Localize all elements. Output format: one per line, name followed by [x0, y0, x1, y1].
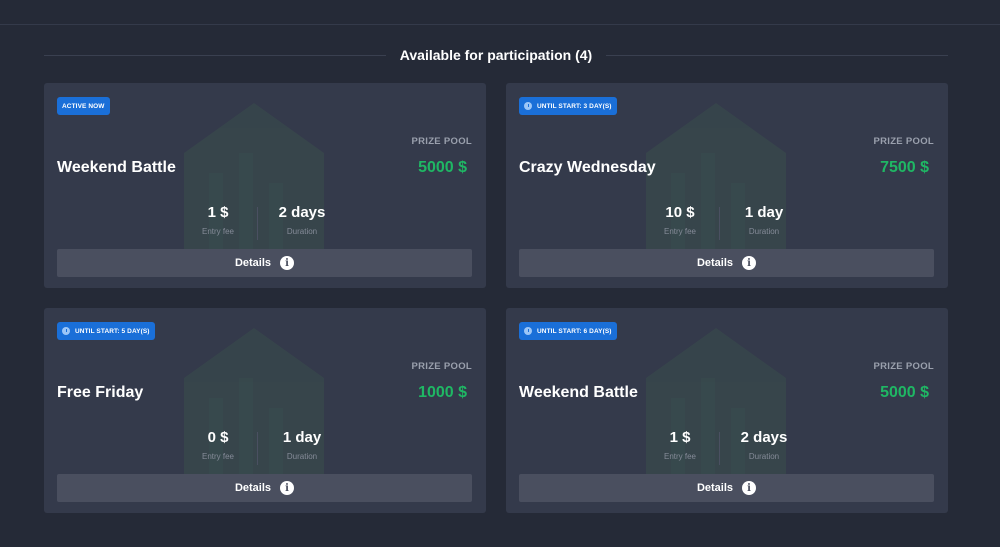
- info-icon: i: [280, 256, 295, 270]
- status-badge: UNTIL START: 5 DAY(S): [57, 322, 155, 340]
- tournament-title: Weekend Battle: [57, 159, 176, 176]
- tournament-stats: 1 $ Entry fee 2 days Duration: [506, 429, 948, 465]
- details-label: Details: [234, 482, 272, 494]
- tournament-card: ACTIVE NOW PRIZE POOL Weekend Battle 500…: [44, 83, 486, 288]
- badge-label: UNTIL START: 5 DAY(S): [75, 327, 150, 335]
- badge-label: ACTIVE NOW: [62, 102, 105, 110]
- info-icon: i: [280, 481, 295, 495]
- details-label: Details: [234, 257, 272, 269]
- clock-icon: [62, 327, 70, 335]
- stat-divider: [257, 207, 258, 240]
- badge-label: UNTIL START: 6 DAY(S): [537, 327, 612, 335]
- tournament-card: UNTIL START: 5 DAY(S) PRIZE POOL Free Fr…: [44, 308, 486, 513]
- details-label: Details: [696, 482, 734, 494]
- header-line-left: [44, 54, 386, 56]
- stat-divider: [719, 207, 720, 240]
- duration-value: 1 day: [744, 204, 784, 221]
- details-button[interactable]: Details i: [519, 249, 934, 277]
- tournament-stats: 10 $ Entry fee 1 day Duration: [506, 204, 948, 240]
- tournament-title: Weekend Battle: [519, 384, 638, 401]
- section-title: Available for participation (4): [399, 47, 593, 63]
- details-button[interactable]: Details i: [57, 249, 472, 277]
- stat-divider: [257, 432, 258, 465]
- prize-pool-value: 1000 $: [418, 384, 467, 401]
- prize-pool-value: 7500 $: [880, 159, 929, 176]
- duration-stat: 2 days Duration: [252, 204, 352, 236]
- details-button[interactable]: Details i: [57, 474, 472, 502]
- section-header: Available for participation (4): [44, 44, 948, 66]
- duration-stat: 1 day Duration: [252, 429, 352, 461]
- prize-pool-label: PRIZE POOL: [873, 136, 934, 147]
- prize-pool-value: 5000 $: [418, 159, 467, 176]
- tournament-stats: 0 $ Entry fee 1 day Duration: [44, 429, 486, 465]
- duration-label: Duration: [286, 452, 318, 461]
- duration-value: 2 days: [278, 204, 326, 221]
- tournament-card: UNTIL START: 3 DAY(S) PRIZE POOL Crazy W…: [506, 83, 948, 288]
- duration-label: Duration: [748, 452, 780, 461]
- duration-stat: 2 days Duration: [714, 429, 814, 461]
- prize-pool-value: 5000 $: [880, 384, 929, 401]
- info-icon: i: [742, 256, 757, 270]
- stat-divider: [719, 432, 720, 465]
- top-divider: [0, 24, 1000, 25]
- tournament-stats: 1 $ Entry fee 2 days Duration: [44, 204, 486, 240]
- details-label: Details: [696, 257, 734, 269]
- duration-stat: 1 day Duration: [714, 204, 814, 236]
- details-button[interactable]: Details i: [519, 474, 934, 502]
- prize-pool-label: PRIZE POOL: [411, 136, 472, 147]
- duration-value: 1 day: [282, 429, 322, 446]
- clock-icon: [524, 327, 532, 335]
- info-icon: i: [742, 481, 757, 495]
- status-badge: UNTIL START: 6 DAY(S): [519, 322, 617, 340]
- prize-pool-label: PRIZE POOL: [411, 361, 472, 372]
- status-badge: UNTIL START: 3 DAY(S): [519, 97, 617, 115]
- status-badge: ACTIVE NOW: [57, 97, 110, 115]
- clock-icon: [524, 102, 532, 110]
- tournament-card: UNTIL START: 6 DAY(S) PRIZE POOL Weekend…: [506, 308, 948, 513]
- duration-label: Duration: [748, 227, 780, 236]
- prize-pool-label: PRIZE POOL: [873, 361, 934, 372]
- badge-label: UNTIL START: 3 DAY(S): [537, 102, 612, 110]
- duration-label: Duration: [286, 227, 318, 236]
- tournament-title: Crazy Wednesday: [519, 159, 656, 176]
- tournament-title: Free Friday: [57, 384, 144, 401]
- header-line-right: [606, 54, 948, 56]
- duration-value: 2 days: [740, 429, 788, 446]
